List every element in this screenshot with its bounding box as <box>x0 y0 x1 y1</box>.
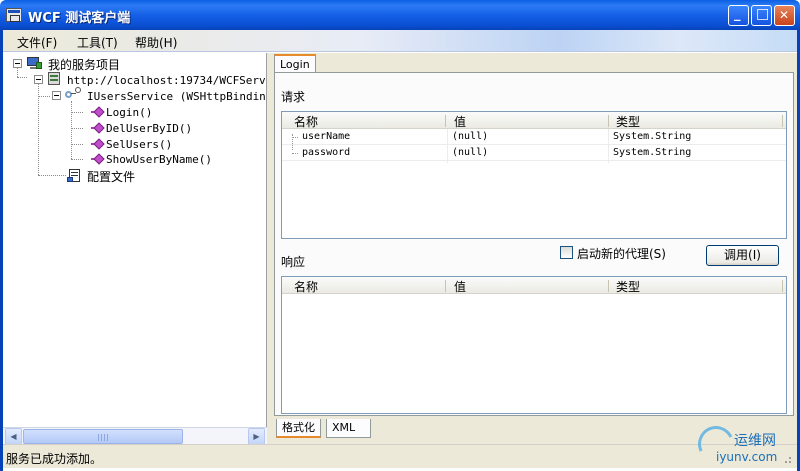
tab-xml[interactable]: XML <box>326 419 371 438</box>
table-row[interactable]: password (null) System.String <box>282 145 786 161</box>
tree-method-selusers[interactable]: SelUsers() <box>106 138 172 151</box>
invoke-button[interactable]: 调用(I) <box>706 245 779 266</box>
tree-connector <box>17 77 27 78</box>
request-grid[interactable]: 名称 值 类型 userName (null) System.String pa… <box>281 111 787 239</box>
tree-horizontal-scrollbar[interactable]: ◀ ▶ <box>3 427 267 445</box>
tab-formatted[interactable]: 格式化 <box>276 419 321 438</box>
tree-connector <box>38 175 66 176</box>
param-value[interactable]: (null) <box>452 131 488 142</box>
tree-method-showuserbyname[interactable]: ShowUserByName() <box>106 153 212 166</box>
service-tree[interactable]: 我的服务项目 http://localhost:19734/WCFService… <box>3 53 267 427</box>
tree-endpoint-label[interactable]: http://localhost:19734/WCFService <box>67 74 266 87</box>
collapse-root-expander[interactable] <box>13 59 22 68</box>
app-icon <box>6 8 22 22</box>
window-title: WCF 测试客户端 <box>28 11 131 26</box>
tree-method-login[interactable]: Login() <box>106 106 152 119</box>
close-icon: ✕ <box>779 8 790 22</box>
column-type-header[interactable]: 类型 <box>616 278 640 295</box>
tree-connector <box>71 159 83 160</box>
param-type: System.String <box>613 147 692 158</box>
request-grid-header: 名称 值 类型 <box>282 112 786 129</box>
method-icon <box>91 138 105 150</box>
tree-root-label[interactable]: 我的服务项目 <box>48 56 120 73</box>
new-proxy-label[interactable]: 启动新的代理(S) <box>577 245 666 262</box>
status-message: 服务已成功添加。 <box>6 452 103 466</box>
status-bar: 服务已成功添加。 <box>3 444 797 468</box>
column-name-header[interactable]: 名称 <box>294 113 318 130</box>
collapse-contract-expander[interactable] <box>52 91 61 100</box>
scroll-thumb[interactable] <box>23 429 183 444</box>
service-endpoint-icon <box>48 72 62 86</box>
tree-connector <box>71 101 72 159</box>
response-label: 响应 <box>281 255 306 269</box>
method-icon <box>91 122 105 134</box>
column-name-header[interactable]: 名称 <box>294 278 318 295</box>
services-root-icon <box>27 57 42 70</box>
menu-file[interactable]: 文件(F) <box>17 34 57 51</box>
menu-bar: 文件(F) 工具(T) 帮助(H) <box>0 30 800 52</box>
menu-tools[interactable]: 工具(T) <box>77 34 118 51</box>
scroll-right-button[interactable]: ▶ <box>248 428 265 445</box>
new-proxy-checkbox[interactable] <box>560 246 573 259</box>
tree-connector <box>71 112 83 113</box>
column-type-header[interactable]: 类型 <box>616 113 640 130</box>
interface-icon <box>65 87 81 99</box>
watermark-domain: iyunv.com <box>716 450 778 464</box>
collapse-endpoint-expander[interactable] <box>34 75 43 84</box>
param-name: password <box>302 147 351 158</box>
request-label: 请求 <box>281 90 306 104</box>
param-name: userName <box>302 131 351 142</box>
response-grid[interactable]: 名称 值 类型 <box>281 276 787 414</box>
param-type: System.String <box>613 131 692 142</box>
watermark-name: 运维网 <box>734 433 776 449</box>
tab-content: 请求 名称 值 类型 userName (null) System.String <box>274 72 794 416</box>
minimize-icon: _ <box>734 7 741 22</box>
tree-connector <box>71 128 83 129</box>
close-button[interactable]: ✕ <box>774 5 795 26</box>
menu-help[interactable]: 帮助(H) <box>135 34 177 51</box>
scroll-left-button[interactable]: ◀ <box>5 428 22 445</box>
maximize-icon: □ <box>756 6 770 22</box>
minimize-button[interactable]: _ <box>728 5 749 26</box>
table-row[interactable]: userName (null) System.String <box>282 129 786 145</box>
tree-contract-label[interactable]: IUsersService (WSHttpBinding_I <box>87 90 266 103</box>
param-value[interactable]: (null) <box>452 147 488 158</box>
tab-login[interactable]: Login <box>274 54 316 73</box>
tree-config-label[interactable]: 配置文件 <box>87 168 135 185</box>
method-icon <box>91 153 105 165</box>
config-file-icon <box>67 169 83 183</box>
maximize-button[interactable]: □ <box>751 5 772 26</box>
response-grid-header: 名称 值 类型 <box>282 277 786 294</box>
tree-connector <box>17 67 18 77</box>
tree-connector <box>71 144 83 145</box>
column-value-header[interactable]: 值 <box>454 113 466 130</box>
column-value-header[interactable]: 值 <box>454 278 466 295</box>
tree-connector <box>38 96 50 97</box>
title-bar[interactable]: WCF 测试客户端 _ □ ✕ <box>0 0 800 30</box>
tree-method-deluserbyid[interactable]: DelUserByID() <box>106 122 192 135</box>
operation-panel: Login 请求 名称 值 类型 userName (null) System.… <box>271 53 797 444</box>
site-watermark: 运维网 iyunv.com <box>690 420 800 471</box>
method-icon <box>91 106 105 118</box>
